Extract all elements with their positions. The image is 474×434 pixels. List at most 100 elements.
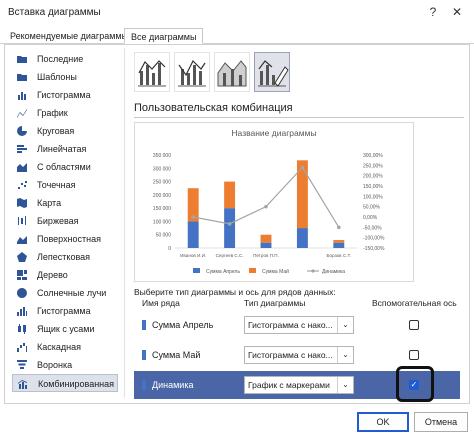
legend-swatch xyxy=(193,268,200,273)
sidebar-item-2[interactable]: Шаблоны xyxy=(12,68,118,86)
series-grid: Имя ряда Тип диаграммы Вспомогательная о… xyxy=(134,297,460,403)
sidebar-item-label: Круговая xyxy=(37,126,75,136)
sidebar-item-6[interactable]: Линейчатая xyxy=(12,140,118,158)
sidebar-item-9[interactable]: Карта xyxy=(12,194,118,212)
help-icon[interactable]: ? xyxy=(422,2,444,22)
sidebar-item-label: Комбинированная xyxy=(38,379,115,389)
chevron-down-icon[interactable]: ⌄ xyxy=(337,317,353,333)
series-grid-header: Имя ряда Тип диаграммы Вспомогательная о… xyxy=(134,297,460,309)
sidebar-item-label: Последние xyxy=(37,54,84,64)
chevron-down-icon[interactable]: ⌄ xyxy=(337,347,353,363)
y2-tick-label: 150,00% xyxy=(363,184,383,190)
chart-preview-svg: Название диаграммы 350 000 300 000 250 000 2… xyxy=(153,128,385,275)
secondary-axis-checkbox[interactable] xyxy=(409,350,419,360)
y-tick-label: 100 000 xyxy=(153,219,171,225)
sidebar-item-16[interactable]: Ящик с усами xyxy=(12,320,118,338)
sidebar-item-label: Точечная xyxy=(37,180,76,190)
sidebar-item-label: Ящик с усами xyxy=(37,324,95,334)
sidebar-item-18[interactable]: Воронка xyxy=(12,356,118,374)
series-row[interactable]: Сумма Май Гистограмма с нако... ⌄ xyxy=(134,341,460,369)
map-chart-icon xyxy=(16,197,28,209)
sidebar-item-19[interactable]: Комбинированная xyxy=(12,374,118,392)
sidebar-item-1[interactable]: Последние xyxy=(12,50,118,68)
series-row[interactable]: Сумма Апрель Гистограмма с нако... ⌄ xyxy=(134,311,460,339)
bar-chart-icon xyxy=(16,143,28,155)
chart-type-dropdown[interactable]: График с маркерами ⌄ xyxy=(244,376,354,394)
line-dynamics-marker xyxy=(264,204,268,209)
sidebar-item-3[interactable]: Гистограмма xyxy=(12,86,118,104)
series-name: Динамика xyxy=(152,380,194,390)
close-icon[interactable]: ✕ xyxy=(446,2,468,22)
y-tick-label: 350 000 xyxy=(153,153,171,159)
title-bar: Вставка диаграммы ? ✕ xyxy=(0,0,474,24)
combo-clustered-column-line-option[interactable] xyxy=(134,52,170,92)
sidebar-item-label: Линейчатая xyxy=(37,144,87,154)
sunburst-chart-icon xyxy=(16,287,28,299)
sidebar-item-label: Карта xyxy=(37,198,62,208)
sidebar-item-5[interactable]: Круговая xyxy=(12,122,118,140)
y-tick-label: 50 000 xyxy=(156,233,172,239)
waterfall-chart-icon xyxy=(16,341,28,353)
checkbox-highlight-frame xyxy=(396,366,434,402)
chart-category-list: Последние Шаблоны Гистограмма График Кругова… xyxy=(12,50,118,392)
custom-combination-icon xyxy=(258,60,289,87)
radar-chart-icon xyxy=(16,251,28,263)
line-chart-icon xyxy=(16,107,28,119)
y2-tick-label: 100,00% xyxy=(363,194,383,200)
surface-chart-icon xyxy=(16,233,28,245)
x-tick-label: Иванов И.И. xyxy=(180,253,206,258)
column-chart-icon xyxy=(16,89,28,101)
pie-chart-icon xyxy=(16,125,28,137)
y2-tick-label: 250,00% xyxy=(363,163,383,169)
sidebar-item-14[interactable]: Солнечные лучи xyxy=(12,284,118,302)
sidebar-item-11[interactable]: Поверхностная xyxy=(12,230,118,248)
sidebar-item-7[interactable]: С областями xyxy=(12,158,118,176)
column-header-secondary-axis: Вспомогательная ось xyxy=(372,298,457,308)
sidebar-item-17[interactable]: Каскадная xyxy=(12,338,118,356)
sidebar-item-10[interactable]: Биржевая xyxy=(12,212,118,230)
sidebar-item-8[interactable]: Точечная xyxy=(12,176,118,194)
sidebar-item-15[interactable]: Гистограмма xyxy=(12,302,118,320)
histogram-chart-icon xyxy=(16,305,28,317)
chart-preview: Название диаграммы 350 000 300 000 250 000 2… xyxy=(134,122,414,282)
combo-column-line-secondary-option[interactable] xyxy=(174,52,210,92)
section-title: Пользовательская комбинация xyxy=(134,102,293,114)
line-dynamics xyxy=(193,166,340,228)
legend-label: Сумма Апрель xyxy=(206,269,240,275)
sidebar-item-label: Солнечные лучи xyxy=(37,288,107,298)
y2-tick-label: 0,00% xyxy=(363,215,378,221)
chart-type-dropdown[interactable]: Гистограмма с нако... ⌄ xyxy=(244,316,354,334)
bar-may xyxy=(224,181,236,209)
sidebar-item-13[interactable]: Дерево xyxy=(12,266,118,284)
sidebar-item-4[interactable]: График xyxy=(12,104,118,122)
x-tick-label: Борзов С.Т. xyxy=(327,253,352,258)
sidebar-item-label: Гистограмма xyxy=(37,90,91,100)
box-whisker-chart-icon xyxy=(16,323,28,335)
combo-stacked-area-column-option[interactable] xyxy=(214,52,250,92)
ok-button[interactable]: OK xyxy=(357,412,409,432)
y2-tick-label: 200,00% xyxy=(363,174,383,180)
legend-label: Сумма Май xyxy=(262,268,289,275)
y-tick-label: 0 xyxy=(168,246,171,252)
series-row[interactable]: Динамика График с маркерами ⌄ ✓ xyxy=(134,366,460,402)
sidebar-item-label: Воронка xyxy=(37,360,73,370)
series-color-swatch xyxy=(142,380,146,390)
sidebar-item-label: Гистограмма xyxy=(37,306,91,316)
chevron-down-icon[interactable]: ⌄ xyxy=(337,377,353,393)
chart-type-dropdown[interactable]: Гистограмма с нако... ⌄ xyxy=(244,346,354,364)
chart-type-value: Гистограмма с нако... xyxy=(248,350,333,360)
tab-all-charts[interactable]: Все диаграммы xyxy=(124,28,204,44)
series-color-swatch xyxy=(142,350,146,360)
secondary-axis-checkbox[interactable] xyxy=(409,320,419,330)
cancel-button[interactable]: Отмена xyxy=(414,412,468,432)
folder-icon xyxy=(16,71,28,83)
funnel-chart-icon xyxy=(16,359,28,371)
legend-swatch-marker xyxy=(311,269,315,273)
sidebar-item-12[interactable]: Лепестковая xyxy=(12,248,118,266)
tab-strip: Рекомендуемые диаграммы Все диаграммы xyxy=(0,28,474,44)
series-color-swatch xyxy=(142,320,146,330)
custom-combination-option[interactable] xyxy=(254,52,290,92)
bar-april xyxy=(224,208,236,248)
tab-recommended-charts[interactable]: Рекомендуемые диаграммы xyxy=(4,28,134,44)
window-title: Вставка диаграммы xyxy=(8,7,101,18)
